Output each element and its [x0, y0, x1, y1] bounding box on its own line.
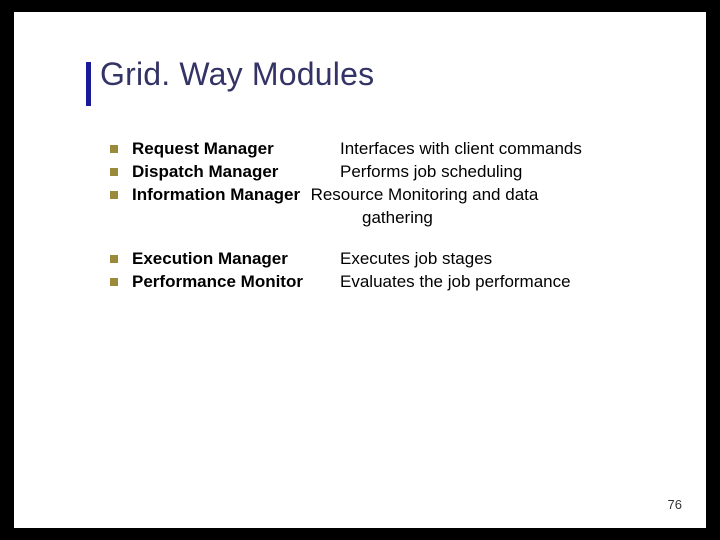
page-number: 76: [668, 497, 682, 512]
bullet-item: Information Manager Resource Monitoring …: [110, 184, 670, 230]
module-desc: Resource Monitoring and data: [311, 185, 539, 204]
module-name: Information Manager: [132, 185, 300, 204]
square-bullet-icon: [110, 255, 118, 263]
module-name: Dispatch Manager: [132, 161, 340, 184]
bullet-group-1: Request Manager Interfaces with client c…: [110, 138, 670, 230]
module-desc: Performs job scheduling: [340, 161, 522, 184]
square-bullet-icon: [110, 278, 118, 286]
bullet-item: Dispatch Manager Performs job scheduling: [110, 161, 670, 184]
slide-title: Grid. Way Modules: [100, 56, 374, 93]
module-name: Performance Monitor: [132, 271, 340, 294]
module-desc: Executes job stages: [340, 248, 492, 271]
title-accent-bar: [86, 62, 91, 106]
slide-body: Request Manager Interfaces with client c…: [110, 138, 670, 312]
square-bullet-icon: [110, 168, 118, 176]
bullet-item: Execution Manager Executes job stages: [110, 248, 670, 271]
bullet-group-2: Execution Manager Executes job stages Pe…: [110, 248, 670, 294]
bullet-item: Request Manager Interfaces with client c…: [110, 138, 670, 161]
bullet-item: Performance Monitor Evaluates the job pe…: [110, 271, 670, 294]
title-block: Grid. Way Modules: [86, 56, 374, 93]
module-name: Execution Manager: [132, 248, 340, 271]
module-desc: Interfaces with client commands: [340, 138, 582, 161]
module-name: Request Manager: [132, 138, 340, 161]
square-bullet-icon: [110, 145, 118, 153]
module-desc: Evaluates the job performance: [340, 271, 571, 294]
square-bullet-icon: [110, 191, 118, 199]
slide: Grid. Way Modules Request Manager Interf…: [14, 12, 706, 528]
module-line: Information Manager Resource Monitoring …: [132, 184, 670, 230]
module-desc-cont: gathering: [362, 207, 670, 230]
